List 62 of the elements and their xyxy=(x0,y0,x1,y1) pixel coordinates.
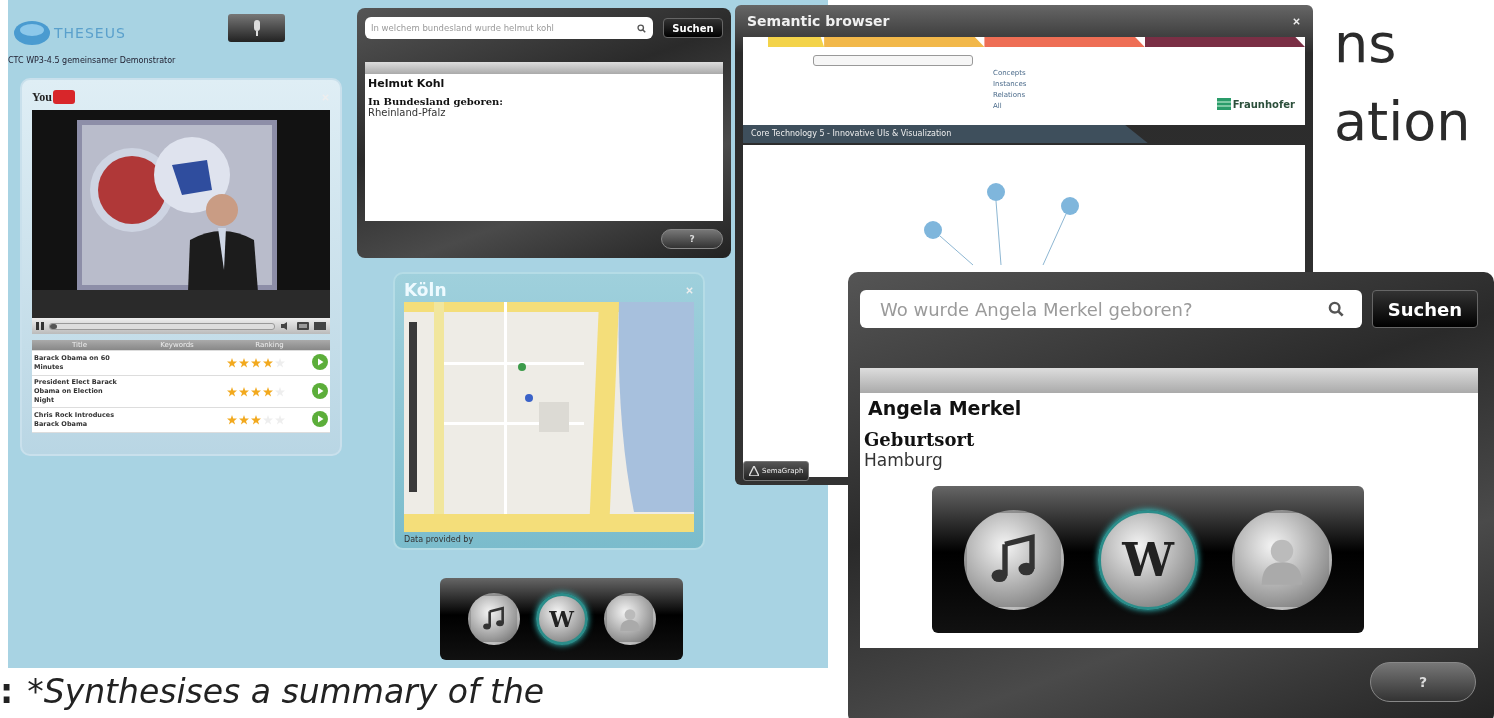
caption-mark: : xyxy=(0,672,14,711)
person-button[interactable] xyxy=(603,593,656,645)
seek-track[interactable] xyxy=(49,322,275,330)
star-icon xyxy=(263,358,273,368)
star-icon xyxy=(227,415,237,425)
star-icon xyxy=(239,358,249,368)
help-button[interactable]: ? xyxy=(1370,662,1476,702)
logo-text: You xyxy=(32,89,52,105)
logo-text: THESEUS xyxy=(54,25,126,41)
result-name: Helmut Kohl xyxy=(368,77,446,90)
screen-icon[interactable] xyxy=(297,322,309,330)
music-note-icon xyxy=(480,606,507,632)
star-icon xyxy=(251,358,261,368)
result-name: Angela Merkel xyxy=(867,397,1023,419)
graph-node[interactable] xyxy=(987,183,1005,201)
star-icon xyxy=(263,386,273,397)
help-button[interactable]: ? xyxy=(661,229,723,249)
graph-edge xyxy=(995,200,1002,266)
play-button[interactable] xyxy=(312,411,328,427)
pause-icon[interactable] xyxy=(36,322,44,330)
star-icon xyxy=(227,386,237,397)
caption-text: *Synthesises a summary of the xyxy=(27,672,545,711)
star-icon xyxy=(239,386,249,397)
demonstrator-title: CTC WP3-4.5 gemeinsamer Demonstrator xyxy=(8,56,176,65)
graph-node[interactable] xyxy=(924,221,942,239)
microphone-button[interactable] xyxy=(228,14,285,42)
star-icon xyxy=(227,358,237,368)
microphone-icon xyxy=(251,20,262,36)
heading-text: ation xyxy=(1334,92,1471,152)
search-icon xyxy=(637,23,646,33)
search-icon xyxy=(1328,301,1344,317)
browser-tab[interactable] xyxy=(1144,37,1305,47)
dropdown[interactable] xyxy=(813,55,973,66)
search-button[interactable]: Suchen xyxy=(663,18,723,38)
window-title: Köln xyxy=(404,280,447,300)
play-button[interactable] xyxy=(312,382,328,399)
wiki-button[interactable]: W xyxy=(1098,509,1198,610)
star-icon xyxy=(251,386,261,397)
field-label: Geburtsort xyxy=(864,429,976,450)
play-button[interactable] xyxy=(312,354,328,370)
field-label: In Bundesland geboren: xyxy=(368,96,505,107)
star-icon xyxy=(251,415,261,425)
graph-edge xyxy=(1042,213,1067,266)
field-value: Rheinland-Pfalz xyxy=(368,107,447,118)
field-value: Hamburg xyxy=(864,450,944,470)
logo-text: Fraunhofer xyxy=(1232,98,1295,110)
close-icon[interactable] xyxy=(1292,16,1301,26)
attribution-text: Data provided by xyxy=(404,535,475,544)
globe-logo-icon xyxy=(12,18,52,48)
graph-edge xyxy=(939,235,974,266)
wiki-button[interactable]: W xyxy=(535,593,588,645)
heading-text: ns xyxy=(1334,14,1397,74)
logo-badge xyxy=(53,90,75,104)
search-button[interactable]: Suchen xyxy=(1372,290,1478,328)
seek-thumb[interactable] xyxy=(50,323,57,329)
star-icon xyxy=(239,415,249,425)
triangle-icon xyxy=(749,466,759,476)
graph-node[interactable] xyxy=(1061,197,1079,215)
music-button[interactable] xyxy=(467,593,520,645)
logo-mark-icon xyxy=(1216,98,1231,110)
window-title: Semantic browser xyxy=(747,13,890,29)
search-field[interactable]: Wo wurde Angela Merkel geboren? xyxy=(860,290,1362,328)
